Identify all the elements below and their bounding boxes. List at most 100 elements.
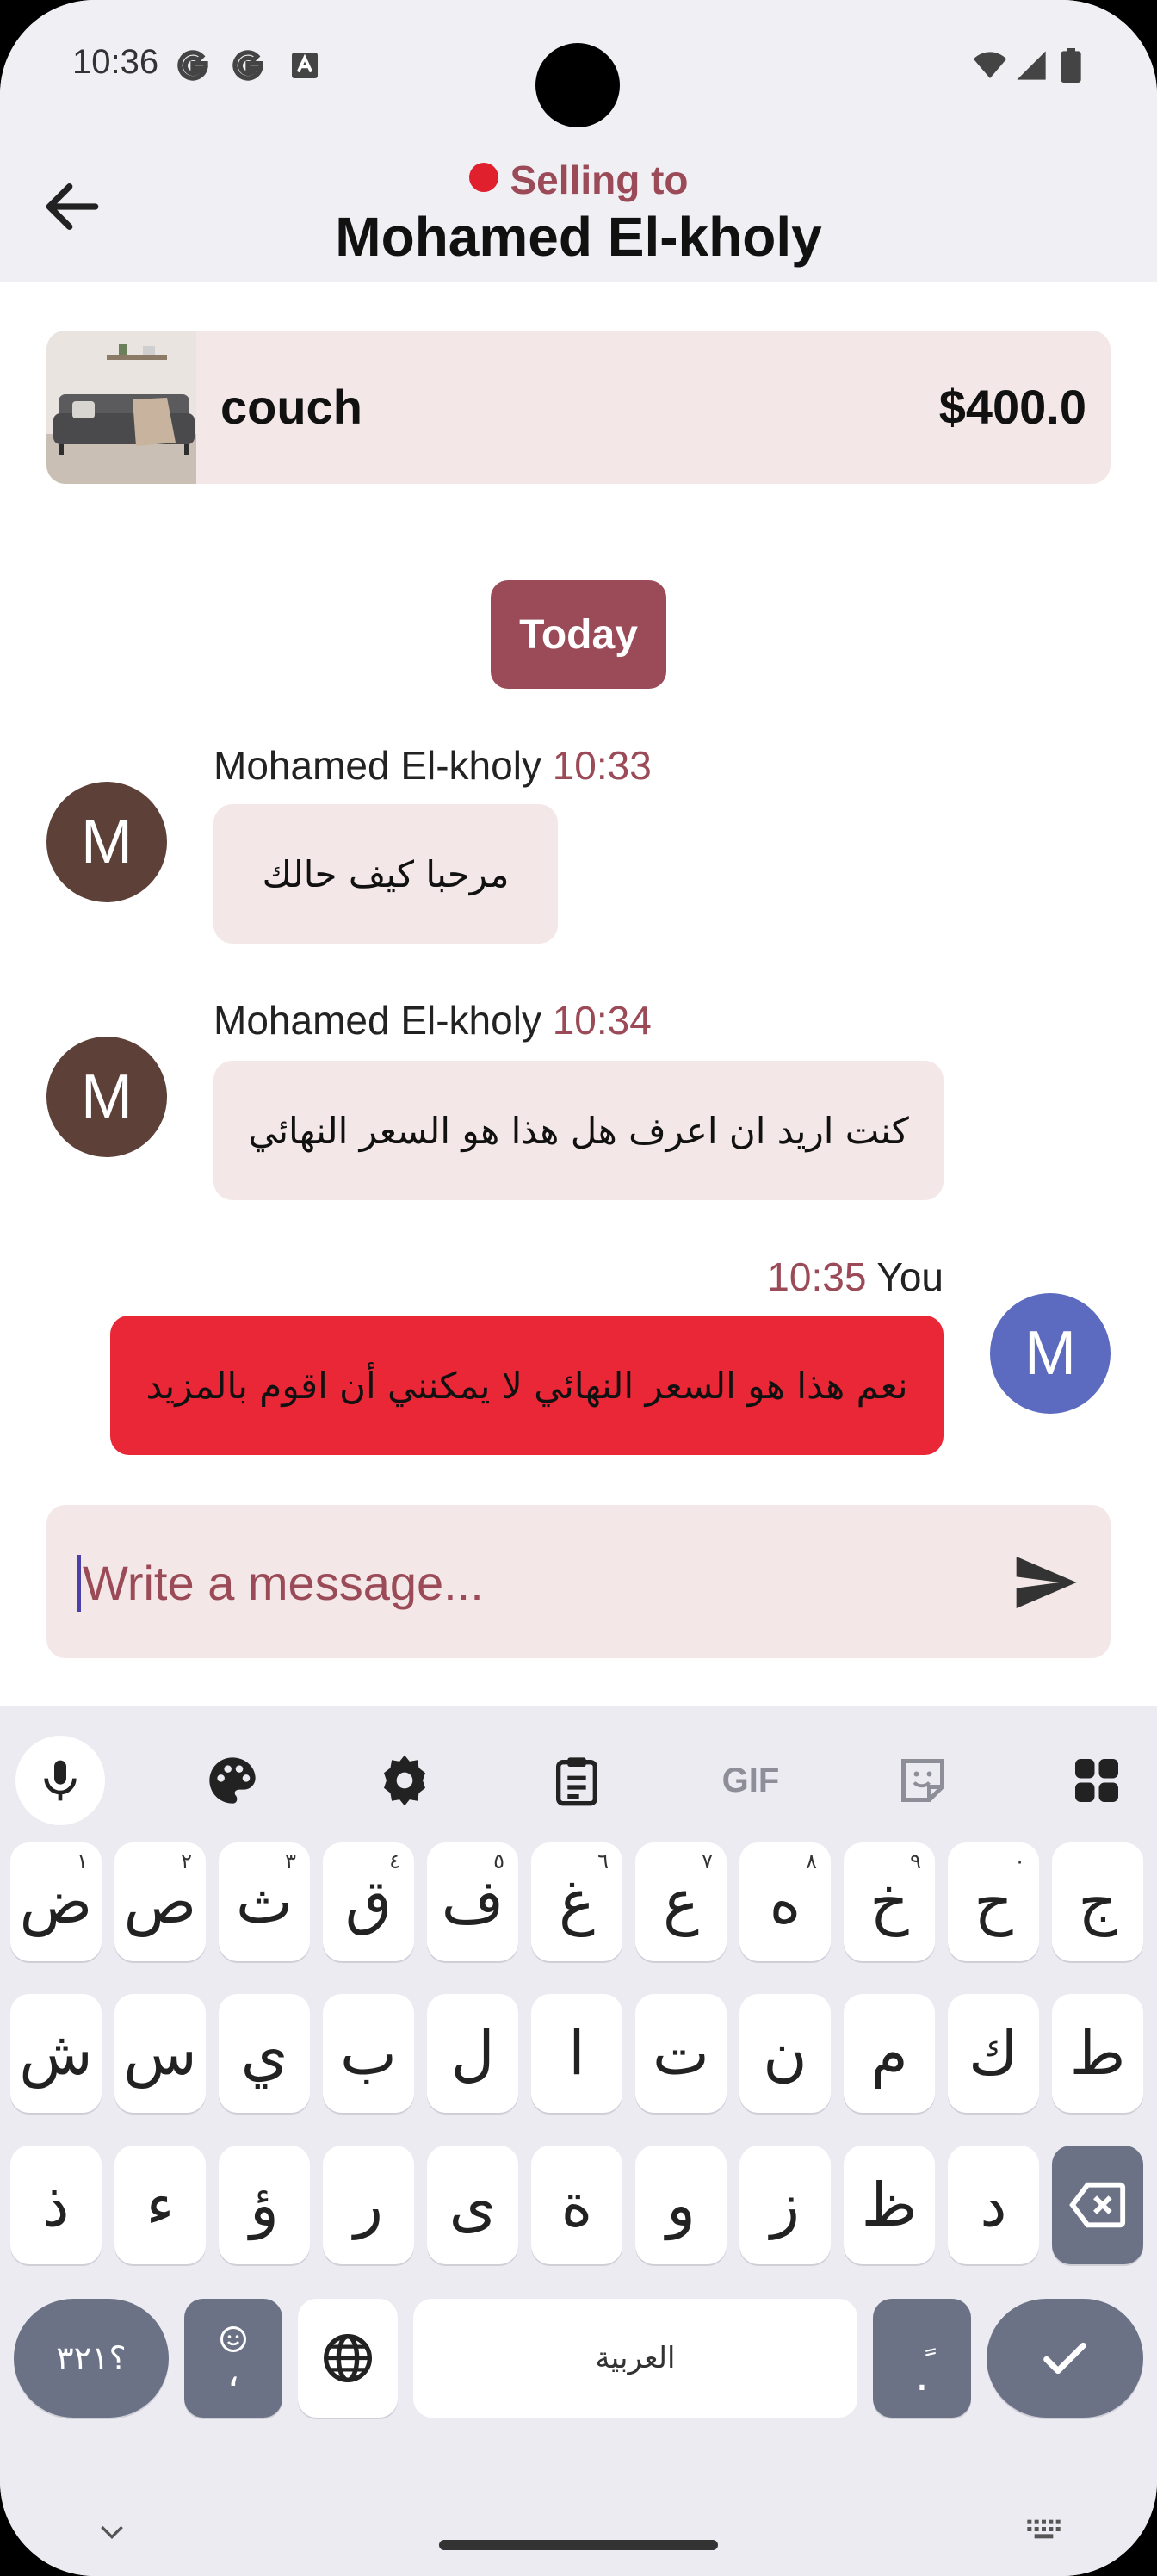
key[interactable]: ص٢ [114, 1842, 206, 1961]
key-hint: ٣ [285, 1849, 296, 1873]
my-message-bubble[interactable]: نعم هذا هو السعر النهائي لا يمكنني أن اق… [110, 1316, 944, 1455]
mic-icon[interactable] [15, 1736, 105, 1825]
key-label: ث [236, 1867, 293, 1937]
google-g-icon [232, 50, 263, 81]
google-g-icon [177, 50, 208, 81]
language-key[interactable] [298, 2299, 398, 2418]
settings-icon[interactable] [362, 1737, 448, 1824]
home-gesture-bar[interactable] [439, 2540, 718, 2550]
key[interactable]: ق٤ [323, 1842, 414, 1961]
key-label: ى [449, 2170, 497, 2240]
status-bar: 10:36 [0, 0, 1157, 138]
message-input[interactable]: Write a message... [46, 1505, 1111, 1658]
key-hint: ٧ [702, 1849, 713, 1873]
screen: 10:36 Selling to Mohamed El-kholy couch … [0, 0, 1157, 2576]
key-hint: ٢ [181, 1849, 192, 1873]
message-meta: Mohamed El-kholy 10:34 [213, 997, 652, 1043]
key[interactable]: ه٨ [739, 1842, 831, 1961]
item-card[interactable]: couch $400.0 [46, 331, 1111, 484]
backspace-icon [1069, 2182, 1126, 2228]
key[interactable]: غ٦ [531, 1842, 622, 1961]
key[interactable]: ز [739, 2146, 831, 2264]
font-a-icon [292, 53, 318, 78]
palette-icon[interactable] [189, 1737, 275, 1824]
key[interactable]: ك [948, 1994, 1039, 2113]
avatar[interactable]: M [46, 782, 167, 902]
send-icon[interactable] [1011, 1548, 1080, 1617]
key[interactable]: ت [635, 1994, 727, 2113]
key[interactable]: و [635, 2146, 727, 2264]
key[interactable]: س [114, 1994, 206, 2113]
signal-icon [1017, 51, 1046, 80]
key[interactable]: خ٩ [844, 1842, 935, 1961]
keyboard-switch-icon[interactable] [1024, 2514, 1067, 2548]
emoji-icon [220, 2326, 246, 2352]
key[interactable]: ف٥ [427, 1842, 518, 1961]
key[interactable]: ن [739, 1994, 831, 2113]
key-label: و [666, 2170, 696, 2240]
key[interactable]: ء [114, 2146, 206, 2264]
key-hint: ١ [77, 1849, 88, 1873]
key[interactable]: ش [10, 1994, 102, 2113]
key[interactable]: ظ [844, 2146, 935, 2264]
key[interactable]: ا [531, 1994, 622, 2113]
period-key[interactable]: ٍ . [873, 2299, 971, 2418]
key-label: غ [559, 1867, 595, 1937]
key[interactable]: ث٣ [219, 1842, 310, 1961]
key[interactable]: ر [323, 2146, 414, 2264]
key[interactable]: ل [427, 1994, 518, 2113]
message-sender: You [876, 1254, 944, 1299]
key[interactable]: ى [427, 2146, 518, 2264]
key-label: ع [663, 1867, 699, 1937]
symbols-key[interactable]: ؟٣٢١ [14, 2299, 169, 2418]
message-meta: 10:35 You [767, 1254, 944, 1300]
gif-icon[interactable]: GIF [708, 1737, 794, 1824]
backspace-key[interactable] [1052, 2146, 1143, 2264]
message-sender: Mohamed El-kholy [213, 998, 541, 1043]
enter-key[interactable] [987, 2299, 1143, 2418]
message-bubble[interactable]: مرحبا كيف حالك [213, 804, 558, 944]
key[interactable]: م [844, 1994, 935, 2113]
key-label: ت [653, 2018, 709, 2089]
key[interactable]: ؤ [219, 2146, 310, 2264]
key-label: م [870, 2018, 908, 2089]
message-bubble[interactable]: كنت اريد ان اعرف هل هذا هو السعر النهائي [213, 1061, 944, 1200]
key[interactable]: ب [323, 1994, 414, 2113]
key[interactable]: ح٠ [948, 1842, 1039, 1961]
key[interactable]: د [948, 2146, 1039, 2264]
key[interactable]: ع٧ [635, 1842, 727, 1961]
key-hint: ٦ [597, 1849, 609, 1873]
message-time: 10:33 [552, 743, 652, 788]
clipboard-icon[interactable] [534, 1737, 620, 1824]
key[interactable]: ي [219, 1994, 310, 2113]
emoji-comma-key[interactable]: ، [184, 2299, 282, 2418]
item-name: couch [220, 380, 362, 434]
space-bar[interactable]: العربية [413, 2299, 857, 2418]
couch-image [46, 331, 196, 484]
key[interactable]: ض١ [10, 1842, 102, 1961]
key[interactable]: ذ [10, 2146, 102, 2264]
app-bar: Selling to Mohamed El-kholy [0, 138, 1157, 282]
key[interactable]: ة [531, 2146, 622, 2264]
key-hint: ٨ [806, 1849, 817, 1873]
item-thumbnail [46, 331, 196, 484]
key-label: ص [123, 1867, 197, 1937]
battery-icon [1061, 48, 1081, 83]
key-label: ض [19, 1867, 93, 1937]
key-label: ح [974, 1867, 1013, 1937]
wifi-icon [973, 52, 1007, 78]
key-label: ز [770, 2170, 800, 2240]
chevron-down-icon[interactable] [95, 2514, 129, 2548]
avatar[interactable]: M [46, 1037, 167, 1157]
key[interactable]: ط [1052, 1994, 1143, 2113]
selling-label: Selling to [510, 158, 689, 202]
keyboard: GIF ج ح٠ خ٩ ه٨ ع٧ غ٦ ف٥ ق٤ ث٣ ص٢ ض١ ط ك … [0, 1706, 1157, 2576]
key[interactable]: ج [1052, 1842, 1143, 1961]
date-chip: Today [491, 580, 666, 689]
sticker-icon[interactable] [880, 1737, 966, 1824]
apps-grid-icon[interactable] [1054, 1737, 1140, 1824]
key-hint: ٤ [389, 1849, 400, 1873]
my-avatar[interactable]: M [990, 1293, 1111, 1414]
status-dot-icon [468, 163, 498, 192]
key-label: ه [769, 1867, 801, 1937]
